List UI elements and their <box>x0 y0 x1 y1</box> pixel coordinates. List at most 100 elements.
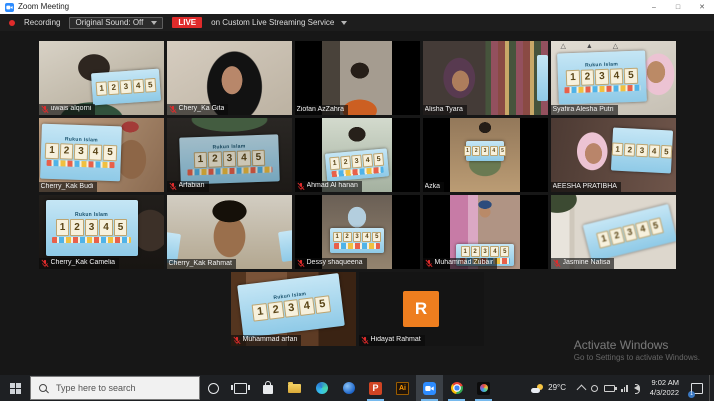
video-tile-chery-ka-gita[interactable]: Chery_Ka Gita <box>167 41 292 115</box>
video-tile-ziofan-azzahra[interactable]: Ziofan AzZahra <box>295 41 420 115</box>
participant-name: Ziofan AzZahra <box>297 106 344 114</box>
rukun-islam-card: Rukun Islam12345 <box>90 69 160 106</box>
video-tile-hidayat-rahmat[interactable]: R Hidayat Rahmat <box>359 272 484 346</box>
taskbar-right: 29°C 9:02 AM 4/3/2022 1 <box>524 375 714 401</box>
participant-name: Syafira Alesha Putri <box>553 106 614 114</box>
participant-name-tag: Muhammad arfan <box>231 335 302 346</box>
taskbar-search[interactable] <box>30 376 200 400</box>
muted-mic-icon <box>41 105 49 114</box>
participant-name: Cherry_Kak Camelia <box>51 259 116 267</box>
search-icon <box>39 384 47 392</box>
windows-logo-icon <box>10 383 21 394</box>
participant-name: Ahmad Al hanan <box>307 182 358 190</box>
weather-widget[interactable]: 29°C <box>524 375 573 401</box>
task-view-icon <box>234 383 247 394</box>
browser-button[interactable] <box>335 375 362 401</box>
close-button[interactable]: ✕ <box>690 0 714 14</box>
photos-app-button[interactable] <box>470 375 497 401</box>
original-sound-label: Original Sound: Off <box>75 19 143 27</box>
muted-mic-icon <box>297 182 305 191</box>
chrome-icon <box>451 382 463 394</box>
video-tile-syafira-alesha-putri[interactable]: Rukun Islam12345 Syafira Alesha Putri <box>551 41 676 115</box>
video-tile-muhammad-zubair[interactable]: Rukun Islam12345 Muhammad Zubair <box>423 195 548 269</box>
window-controls: – □ ✕ <box>642 0 714 14</box>
participant-name: Arfabian <box>179 182 205 190</box>
card-pictogram-row <box>52 237 131 243</box>
onedrive-icon[interactable] <box>591 385 598 392</box>
watermark-line2: Go to Settings to activate Windows. <box>574 353 700 363</box>
edge-icon <box>316 382 328 394</box>
card-pictogram-row <box>46 160 115 168</box>
taskbar-clock[interactable]: 9:02 AM 4/3/2022 <box>644 375 685 401</box>
illustrator-button[interactable]: Ai <box>389 375 416 401</box>
participant-name: Azka <box>425 183 441 191</box>
participant-name-tag: Chery_Ka Gita <box>167 104 229 115</box>
microsoft-store-button[interactable] <box>254 375 281 401</box>
card-numbers: 12345 <box>193 150 265 169</box>
zoom-taskbar-button[interactable] <box>416 375 443 401</box>
participant-name-tag: Syafira Alesha Putri <box>551 105 618 115</box>
participant-name-tag: Cherry_Kak Camelia <box>39 258 120 269</box>
video-tile-aeesha-pratibha[interactable]: Rukun Islam12345AEESHA PRATIBHA <box>551 118 676 192</box>
minimize-button[interactable]: – <box>642 0 666 14</box>
participant-name-tag: Arfabian <box>167 181 209 192</box>
video-row: Rukun Islam12345 Muhammad arfanR Hidayat… <box>231 272 484 346</box>
video-tile-jasmine-nafisa[interactable]: Rukun Islam12345 Jasmine Nafisa <box>551 195 676 269</box>
edge-browser-button[interactable] <box>308 375 335 401</box>
activate-windows-watermark: Activate Windows Go to Settings to activ… <box>574 338 700 363</box>
card-numbers: 12345 <box>56 219 128 236</box>
store-bag-icon <box>263 385 273 394</box>
participant-name-tag: Alisha Tyara <box>423 105 467 115</box>
rukun-islam-card: Rukun Islam12345 <box>582 204 675 262</box>
rukun-islam-card: Rukun Islam12345 <box>237 273 345 338</box>
network-icon[interactable] <box>621 385 628 392</box>
original-sound-dropdown[interactable]: Original Sound: Off <box>69 17 163 29</box>
muted-mic-icon <box>297 259 305 268</box>
participant-name-tag: Muhammad Zubair <box>423 258 498 269</box>
video-tile-cherry-kak-budi[interactable]: Rukun Islam12345Cherry_Kak Budi <box>39 118 164 192</box>
muted-mic-icon <box>361 336 369 345</box>
start-button[interactable] <box>0 375 30 401</box>
card-title: Rukun Islam <box>75 213 108 218</box>
hidden-icons-chevron[interactable] <box>577 384 587 394</box>
rukun-islam-card: Rukun Islam12345 <box>40 124 122 182</box>
zoom-meeting-window: Zoom Meeting – □ ✕ Recording Original So… <box>0 0 714 401</box>
volume-icon[interactable] <box>634 385 639 391</box>
folder-icon <box>288 384 301 393</box>
video-tile-arfabian[interactable]: Rukun Islam12345 Arfabian <box>167 118 292 192</box>
video-tile-alisha-tyara[interactable]: Alisha Tyara <box>423 41 548 115</box>
live-badge: LIVE <box>172 17 202 28</box>
file-explorer-button[interactable] <box>281 375 308 401</box>
action-center-button[interactable]: 1 <box>685 375 709 401</box>
notification-badge: 1 <box>688 391 695 398</box>
cortana-icon <box>208 383 219 394</box>
video-tile-dessy-shaqueena[interactable]: Rukun Islam12345 Dessy shaqueena <box>295 195 420 269</box>
rukun-islam-card: Rukun Islam12345 <box>325 148 389 181</box>
show-desktop-button[interactable] <box>709 375 714 401</box>
recording-dot-icon <box>9 20 15 26</box>
streaming-service-dropdown[interactable]: on Custom Live Streaming Service <box>211 19 347 27</box>
card-numbers: 12345 <box>611 142 672 159</box>
rukun-islam-card: Rukun Islam12345 <box>557 50 647 104</box>
video-tile-cherry-kak-rahmat[interactable]: Cherry_Kak Rahmat <box>167 195 292 269</box>
card-numbers: 12345 <box>464 146 507 155</box>
participant-name-tag: Cherry_Kak Rahmat <box>167 259 236 269</box>
powerpoint-button[interactable]: P <box>362 375 389 401</box>
chrome-button[interactable] <box>443 375 470 401</box>
maximize-button[interactable]: □ <box>666 0 690 14</box>
card-numbers: 12345 <box>251 295 330 322</box>
video-tile-uwais-alqorni[interactable]: Rukun Islam12345 uwais alqorni <box>39 41 164 115</box>
cortana-button[interactable] <box>200 375 227 401</box>
video-tile-azka[interactable]: Rukun Islam12345Azka <box>423 118 548 192</box>
battery-icon[interactable] <box>604 385 615 392</box>
task-view-button[interactable] <box>227 375 254 401</box>
video-tile-muhammad-arfan[interactable]: Rukun Islam12345 Muhammad arfan <box>231 272 356 346</box>
card-numbers: 12345 <box>333 232 381 243</box>
rukun-islam-card: Rukun Islam12345 <box>330 228 384 253</box>
muted-mic-icon <box>169 182 177 191</box>
zoom-app-icon <box>5 3 14 12</box>
video-tile-ahmad-al-hanan[interactable]: Rukun Islam12345 Ahmad Al hanan <box>295 118 420 192</box>
windows-taskbar: P Ai 29°C 9:02 AM 4/3/2022 <box>0 375 714 401</box>
search-input[interactable] <box>54 382 188 394</box>
video-tile-cherry-kak-camelia[interactable]: Rukun Islam12345 Cherry_Kak Camelia <box>39 195 164 269</box>
